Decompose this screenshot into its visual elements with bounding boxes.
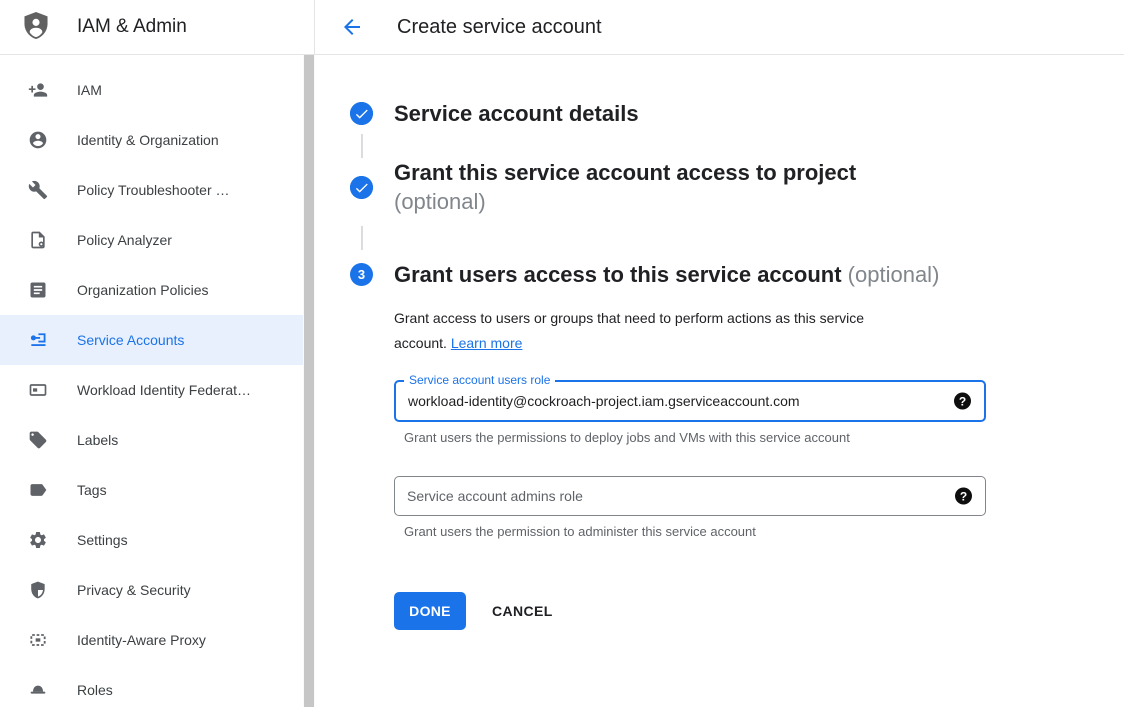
account-circle-icon [28, 130, 48, 150]
step-optional-label: (optional) [394, 187, 856, 216]
help-icon[interactable]: ? [954, 393, 971, 410]
sidebar-item-service-accounts[interactable]: Service Accounts [0, 315, 303, 365]
step-3-body: Grant access to users or groups that nee… [394, 306, 1124, 630]
sidebar-item-label: Policy Troubleshooter … [77, 182, 230, 198]
help-icon[interactable]: ? [955, 488, 972, 505]
users-role-field-label: Service account users role [404, 373, 555, 387]
price-tag-icon [28, 430, 48, 450]
step-3-number-badge: 3 [350, 263, 373, 286]
service-account-admins-role-field: ? Grant users the permission to administ… [394, 476, 986, 540]
person-add-icon [28, 80, 48, 100]
admins-role-input-box: ? [394, 476, 986, 516]
users-role-input[interactable] [396, 382, 984, 420]
step-connector [361, 134, 363, 158]
sidebar-item-settings[interactable]: Settings [0, 515, 303, 565]
hat-icon [28, 680, 48, 700]
policy-analyzer-icon [28, 230, 48, 250]
sidebar-item-workload-identity-federation[interactable]: Workload Identity Federat… [0, 365, 303, 415]
sidebar-item-roles[interactable]: Roles [0, 665, 303, 715]
sidebar-scrollbar[interactable] [303, 55, 315, 707]
iam-shield-logo-icon [22, 12, 50, 42]
card-icon [28, 380, 48, 400]
page-title: Create service account [397, 16, 602, 39]
step-complete-check-icon [350, 176, 373, 199]
sidebar-item-label: Labels [77, 432, 118, 448]
back-arrow-icon[interactable] [340, 15, 364, 39]
admins-role-helper-text: Grant users the permission to administer… [404, 524, 986, 540]
sidebar-item-iam[interactable]: IAM [0, 65, 303, 115]
sidebar-item-organization-policies[interactable]: Organization Policies [0, 265, 303, 315]
main-header: Create service account [315, 0, 1124, 55]
service-account-icon [28, 330, 48, 350]
step-title: Service account details [394, 99, 639, 128]
cancel-button[interactable]: CANCEL [492, 603, 553, 619]
step-complete-check-icon [350, 102, 373, 125]
admins-role-input[interactable] [395, 477, 985, 515]
step-3-description: Grant access to users or groups that nee… [394, 306, 954, 356]
proxy-icon [28, 630, 48, 650]
sidebar-item-policy-analyzer[interactable]: Policy Analyzer [0, 215, 303, 265]
product-title: IAM & Admin [77, 16, 187, 38]
users-role-helper-text: Grant users the permissions to deploy jo… [404, 430, 986, 446]
sidebar-item-tags[interactable]: Tags [0, 465, 303, 515]
sidebar-item-label: Service Accounts [77, 332, 184, 348]
step-title: Grant this service account access to pro… [394, 158, 856, 187]
sidebar-item-label: Identity-Aware Proxy [77, 632, 206, 648]
learn-more-link[interactable]: Learn more [451, 335, 523, 351]
sidebar-item-label: Privacy & Security [77, 582, 191, 598]
sidebar-item-label: IAM [77, 82, 102, 98]
step-number: 3 [358, 267, 365, 282]
done-button[interactable]: DONE [394, 592, 466, 630]
article-icon [28, 280, 48, 300]
label-arrow-icon [28, 480, 48, 500]
shield-icon [28, 580, 48, 600]
step-title: Grant users access to this service accou… [394, 260, 939, 289]
sidebar-item-label: Roles [77, 682, 113, 698]
step-connector [361, 226, 363, 250]
sidebar-item-label: Identity & Organization [77, 132, 219, 148]
gear-icon [28, 530, 48, 550]
sidebar-item-label: Tags [77, 482, 107, 498]
step-optional-label: (optional) [848, 262, 940, 287]
users-role-input-box: Service account users role ? [394, 380, 986, 422]
step-2-grant-access-to-project: Grant this service account access to pro… [350, 158, 1124, 216]
sidebar: IAM & Admin IAM Identity & Organization … [0, 0, 315, 707]
sidebar-item-identity-organization[interactable]: Identity & Organization [0, 115, 303, 165]
sidebar-item-labels[interactable]: Labels [0, 415, 303, 465]
sidebar-scrollbar-thumb[interactable] [304, 55, 314, 707]
step-title-block: Grant this service account access to pro… [394, 158, 856, 216]
sidebar-item-label: Workload Identity Federat… [77, 382, 251, 398]
form-actions: DONE CANCEL [394, 592, 1124, 630]
sidebar-nav: IAM Identity & Organization Policy Troub… [0, 55, 303, 715]
step-1-service-account-details: Service account details [350, 99, 1124, 128]
sidebar-item-identity-aware-proxy[interactable]: Identity-Aware Proxy [0, 615, 303, 665]
service-account-users-role-field: Service account users role ? Grant users… [394, 380, 986, 446]
sidebar-item-label: Organization Policies [77, 282, 209, 298]
sidebar-item-label: Settings [77, 532, 128, 548]
main-panel: Create service account Service account d… [315, 0, 1124, 707]
step-3-grant-users-access: 3 Grant users access to this service acc… [350, 260, 1124, 289]
create-service-account-form: Service account details Grant this servi… [315, 55, 1124, 630]
sidebar-header: IAM & Admin [0, 0, 315, 55]
sidebar-item-label: Policy Analyzer [77, 232, 172, 248]
wrench-icon [28, 180, 48, 200]
sidebar-item-privacy-security[interactable]: Privacy & Security [0, 565, 303, 615]
sidebar-item-policy-troubleshooter[interactable]: Policy Troubleshooter … [0, 165, 303, 215]
